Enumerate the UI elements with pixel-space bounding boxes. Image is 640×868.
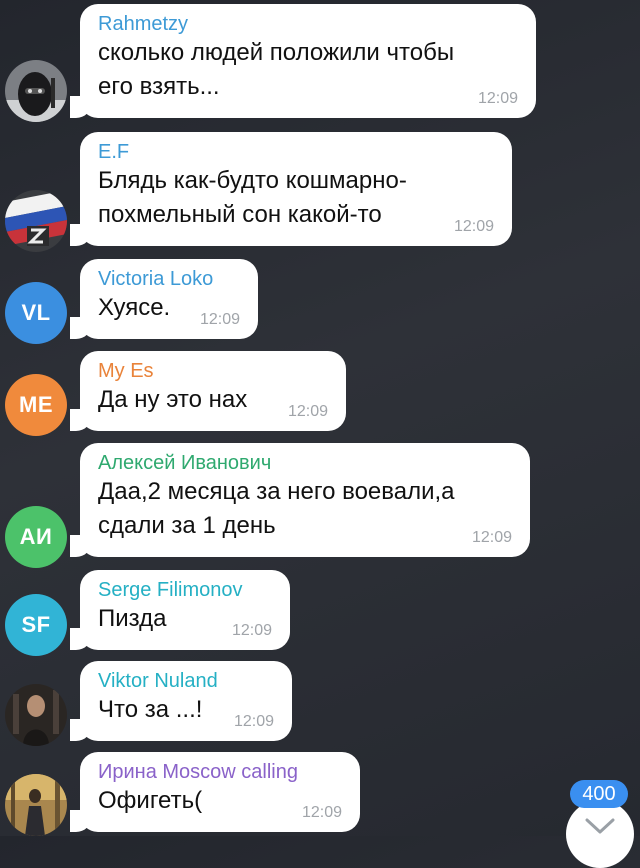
sender-name[interactable]: My Es: [98, 359, 332, 383]
message-time: 12:09: [231, 622, 272, 639]
outdoor-avatar-icon: [5, 774, 67, 836]
message-text-line: Блядь как-будто кошмарно-: [98, 167, 407, 194]
sender-name[interactable]: Viktor Nuland: [98, 669, 278, 693]
avatar[interactable]: [5, 774, 67, 836]
avatar[interactable]: VL: [5, 282, 67, 344]
message-bubble[interactable]: My Es Да ну это нах 12:09: [70, 351, 346, 431]
message-bubble[interactable]: Ирина Moscow calling Офигеть( 12:09: [70, 752, 360, 832]
unread-count-badge[interactable]: 400: [570, 780, 628, 808]
message-time: 12:09: [471, 529, 512, 546]
sender-name[interactable]: Алексей Иванович: [98, 451, 516, 475]
sender-name[interactable]: Victoria Loko: [98, 267, 244, 291]
avatar[interactable]: ME: [5, 374, 67, 436]
balaclava-avatar-icon: [5, 60, 67, 122]
sender-name[interactable]: Serge Filimonov: [98, 578, 276, 602]
message-bubble[interactable]: E.F Блядь как-будто кошмарно- похмельный…: [70, 132, 512, 246]
avatar[interactable]: SF: [5, 594, 67, 656]
flag-avatar-icon: [5, 190, 67, 252]
sender-name[interactable]: Rahmetzy: [98, 12, 522, 36]
avatar-initials: ME: [19, 392, 53, 417]
chevron-down-icon: [585, 818, 615, 834]
sender-name[interactable]: Ирина Moscow calling: [98, 760, 346, 784]
message-time: 12:09: [453, 218, 494, 235]
message-text-line: сдали за 1 день: [98, 512, 276, 539]
avatar-initials: VL: [21, 300, 51, 325]
avatar-initials: SF: [21, 612, 51, 637]
message-text-line: Даа,2 месяца за него воевали,а: [98, 478, 455, 505]
avatar-initials: АИ: [19, 524, 53, 549]
message-time: 12:09: [199, 311, 240, 328]
message-bubble[interactable]: Viktor Nuland Что за ...! 12:09: [70, 661, 292, 741]
message-bubble[interactable]: Алексей Иванович Даа,2 месяца за него во…: [70, 443, 530, 557]
message-time: 12:09: [287, 403, 328, 420]
message-time: 12:09: [233, 713, 274, 730]
sender-name[interactable]: E.F: [98, 140, 498, 164]
message-text-line: похмельный сон какой-то: [98, 201, 382, 228]
message-bubble[interactable]: Rahmetzy сколько людей положили чтобы ег…: [70, 4, 536, 118]
avatar[interactable]: [5, 684, 67, 746]
message-text-line: его взять...: [98, 73, 220, 100]
message-bubble[interactable]: Serge Filimonov Пизда 12:09: [70, 570, 290, 650]
avatar[interactable]: [5, 190, 67, 252]
avatar[interactable]: АИ: [5, 506, 67, 568]
message-time: 12:09: [301, 804, 342, 821]
man-avatar-icon: [5, 684, 67, 746]
avatar[interactable]: [5, 60, 67, 122]
scroll-to-bottom-button[interactable]: [566, 800, 634, 868]
message-text-line: сколько людей положили чтобы: [98, 39, 455, 66]
message-time: 12:09: [477, 90, 518, 107]
message-bubble[interactable]: Victoria Loko Хуясе. 12:09: [70, 259, 258, 339]
